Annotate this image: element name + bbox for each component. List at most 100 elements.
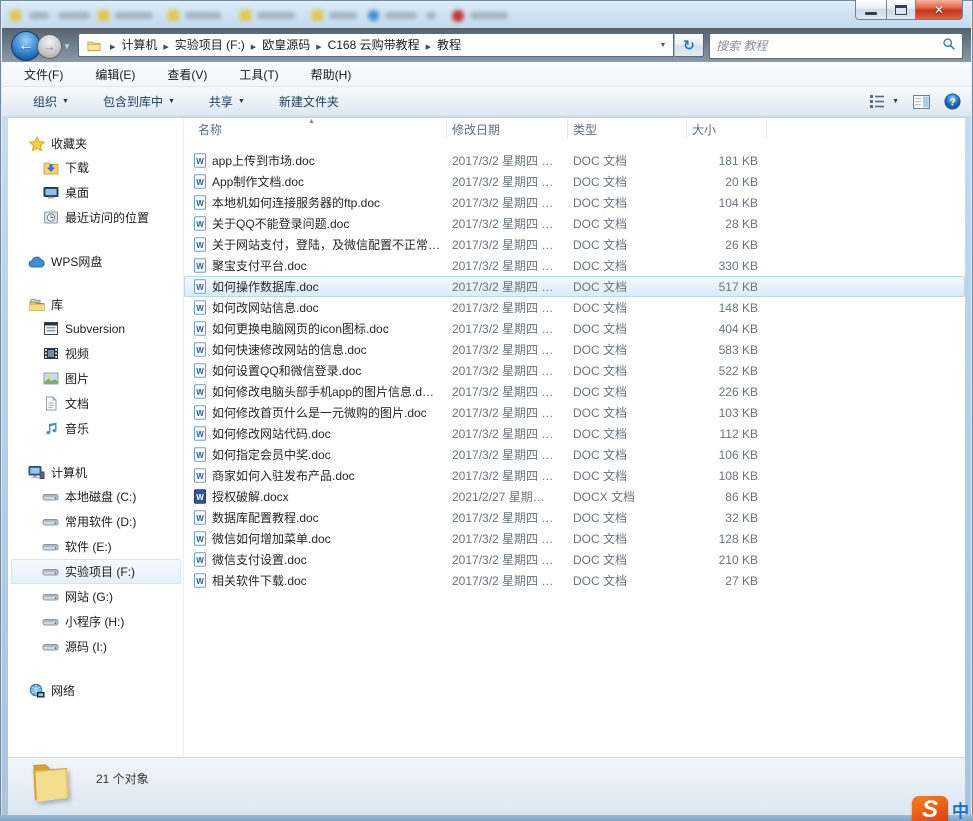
breadcrumb-separator-icon[interactable]: ▶ — [108, 44, 117, 51]
sidebar-section-header[interactable]: 收藏夹 — [8, 132, 184, 155]
sidebar-item[interactable]: 源码 (I:) — [11, 634, 181, 659]
sidebar-item[interactable]: 网站 (G:) — [11, 584, 181, 609]
file-row[interactable]: W微信支付设置.doc2017/3/2 星期四 …DOC 文档210 KB — [184, 549, 965, 570]
star-icon — [28, 136, 45, 152]
refresh-button[interactable]: ↻ — [674, 33, 704, 57]
menu-bar: 文件(F) 编辑(E) 查看(V) 工具(T) 帮助(H) — [2, 62, 971, 87]
file-name-cell: W关于网站支付，登陆，及微信配置不正常… — [192, 234, 442, 255]
file-name: 如何指定会员中奖.doc — [212, 446, 331, 463]
file-modified-date: 2017/3/2 星期四 … — [452, 171, 564, 192]
file-row[interactable]: W相关软件下载.doc2017/3/2 星期四 …DOC 文档27 KB — [184, 570, 965, 591]
file-type: DOC 文档 — [573, 213, 681, 234]
column-header-date[interactable]: 修改日期 — [452, 118, 500, 140]
navigation-pane: 收藏夹下载桌面最近访问的位置 WPS网盘库Subversion视频图片文档音乐计算… — [8, 118, 184, 758]
sidebar-section-header[interactable]: 计算机 — [8, 461, 184, 484]
breadcrumb-item[interactable]: C168 云购带教程 — [324, 36, 424, 54]
file-row[interactable]: W如何指定会员中奖.doc2017/3/2 星期四 …DOC 文档106 KB — [184, 444, 965, 465]
forward-button[interactable]: → — [37, 34, 62, 59]
file-row[interactable]: W如何改网站信息.doc2017/3/2 星期四 …DOC 文档148 KB — [184, 297, 965, 318]
command-toolbar: 组织▼ 包含到库中▼ 共享▼ 新建文件夹 ▼ ? — [2, 87, 971, 117]
close-button[interactable]: ✕ — [915, 0, 963, 20]
drive-icon — [42, 589, 59, 605]
menu-item[interactable]: 文件(F) — [20, 63, 67, 86]
blurred-background-icons — [2, 2, 971, 28]
file-row[interactable]: W关于网站支付，登陆，及微信配置不正常…2017/3/2 星期四 …DOC 文档… — [184, 234, 965, 255]
breadcrumb-separator-icon[interactable]: ▶ — [161, 44, 170, 51]
file-row[interactable]: Wapp上传到市场.doc2017/3/2 星期四 …DOC 文档181 KB — [184, 150, 965, 171]
breadcrumb-item[interactable]: 实验项目 (F:) — [171, 36, 249, 54]
file-row[interactable]: W如何快速修改网站的信息.doc2017/3/2 星期四 …DOC 文档583 … — [184, 339, 965, 360]
menu-item[interactable]: 工具(T) — [235, 63, 282, 86]
sidebar-section-header[interactable]: WPS网盘 — [8, 250, 184, 273]
views-button[interactable]: ▼ — [870, 95, 899, 108]
menu-item[interactable]: 帮助(H) — [307, 63, 356, 86]
ime-language-label: 中 — [952, 797, 969, 821]
sidebar-item[interactable]: 图片 — [11, 366, 181, 391]
sidebar-item[interactable]: 最近访问的位置 — [11, 205, 181, 230]
help-button[interactable]: ? — [944, 93, 961, 110]
file-type: DOC 文档 — [573, 276, 681, 297]
file-row[interactable]: W如何修改网站代码.doc2017/3/2 星期四 …DOC 文档112 KB — [184, 423, 965, 444]
address-dropdown-button[interactable]: ▼ — [653, 33, 674, 57]
column-divider[interactable] — [766, 119, 767, 139]
toolbar-button[interactable]: 组织▼ — [24, 89, 78, 114]
file-modified-date: 2021/2/27 星期… — [452, 486, 564, 507]
sidebar-item[interactable]: 本地磁盘 (C:) — [11, 484, 181, 509]
column-header-name[interactable]: 名称 — [198, 118, 222, 140]
column-divider[interactable] — [567, 119, 568, 139]
toolbar-button[interactable]: 包含到库中▼ — [94, 89, 184, 114]
file-modified-date: 2017/3/2 星期四 … — [452, 570, 564, 591]
file-size: 20 KB — [674, 171, 758, 192]
breadcrumb-separator-icon[interactable]: ▶ — [314, 44, 323, 51]
sidebar-item[interactable]: Subversion — [11, 316, 181, 341]
sidebar-item[interactable]: 软件 (E:) — [11, 534, 181, 559]
column-divider[interactable] — [686, 119, 687, 139]
toolbar-button[interactable]: 共享▼ — [200, 89, 254, 114]
drive-icon — [42, 639, 59, 655]
column-header-type[interactable]: 类型 — [573, 118, 597, 140]
file-row[interactable]: WApp制作文档.doc2017/3/2 星期四 …DOC 文档20 KB — [184, 171, 965, 192]
blurred-icon — [257, 12, 295, 19]
menu-item[interactable]: 查看(V) — [163, 63, 211, 86]
sidebar-section-header[interactable]: 库 — [8, 293, 184, 316]
breadcrumb-separator-icon[interactable]: ▶ — [424, 44, 433, 51]
file-row[interactable]: W如何设置QQ和微信登录.doc2017/3/2 星期四 …DOC 文档522 … — [184, 360, 965, 381]
svg-text:W: W — [196, 220, 204, 229]
sidebar-item[interactable]: 下载 — [11, 155, 181, 180]
preview-pane-button[interactable] — [913, 95, 930, 109]
sidebar-item[interactable]: 视频 — [11, 341, 181, 366]
minimize-button[interactable] — [855, 0, 887, 20]
file-row[interactable]: W如何修改电脑头部手机app的图片信息.d…2017/3/2 星期四 …DOC … — [184, 381, 965, 402]
address-bar[interactable]: ▶计算机▶实验项目 (F:)▶欧皇源码▶C168 云购带教程▶教程 — [78, 33, 653, 57]
sidebar-item-label: 网站 (G:) — [65, 588, 113, 605]
breadcrumb-item[interactable]: 教程 — [433, 36, 465, 54]
sidebar-item[interactable]: 实验项目 (F:) — [11, 559, 181, 584]
file-row[interactable]: W如何修改首页什么是一元微购的图片.doc2017/3/2 星期四 …DOC 文… — [184, 402, 965, 423]
maximize-button[interactable] — [887, 0, 915, 20]
sidebar-item[interactable]: 文档 — [11, 391, 181, 416]
file-row[interactable]: W如何操作数据库.doc2017/3/2 星期四 …DOC 文档517 KB — [184, 276, 965, 297]
column-divider[interactable] — [446, 119, 447, 139]
sidebar-item[interactable]: 小程序 (H:) — [11, 609, 181, 634]
file-row[interactable]: W关于QQ不能登录问题.doc2017/3/2 星期四 …DOC 文档28 KB — [184, 213, 965, 234]
file-row[interactable]: W如何更换电脑网页的icon图标.doc2017/3/2 星期四 …DOC 文档… — [184, 318, 965, 339]
file-row[interactable]: W授权破解.docx2021/2/27 星期…DOCX 文档86 KB — [184, 486, 965, 507]
file-row[interactable]: W微信如何增加菜单.doc2017/3/2 星期四 …DOC 文档128 KB — [184, 528, 965, 549]
column-header-size[interactable]: 大小 — [692, 118, 716, 140]
file-row[interactable]: W数据库配置教程.doc2017/3/2 星期四 …DOC 文档32 KB — [184, 507, 965, 528]
search-input[interactable] — [710, 39, 942, 53]
breadcrumb-separator-icon[interactable]: ▶ — [249, 44, 258, 51]
file-row[interactable]: W聚宝支付平台.doc2017/3/2 星期四 …DOC 文档330 KB — [184, 255, 965, 276]
sidebar-item[interactable]: 音乐 — [11, 416, 181, 441]
breadcrumb-item[interactable]: 欧皇源码 — [258, 36, 314, 54]
file-row[interactable]: W本地机如何连接服务器的ftp.doc2017/3/2 星期四 …DOC 文档1… — [184, 192, 965, 213]
recent-pages-chevron[interactable]: ▼ — [63, 42, 71, 51]
sidebar-item[interactable]: 桌面 — [11, 180, 181, 205]
file-row[interactable]: W商家如何入驻发布产品.doc2017/3/2 星期四 …DOC 文档108 K… — [184, 465, 965, 486]
toolbar-button[interactable]: 新建文件夹 — [270, 89, 348, 114]
menu-item[interactable]: 编辑(E) — [91, 63, 139, 86]
ime-indicator[interactable]: S 中 — [912, 796, 969, 821]
sidebar-section-header[interactable]: 网络 — [8, 679, 184, 702]
breadcrumb-item[interactable]: 计算机 — [117, 36, 161, 54]
sidebar-item[interactable]: 常用软件 (D:) — [11, 509, 181, 534]
